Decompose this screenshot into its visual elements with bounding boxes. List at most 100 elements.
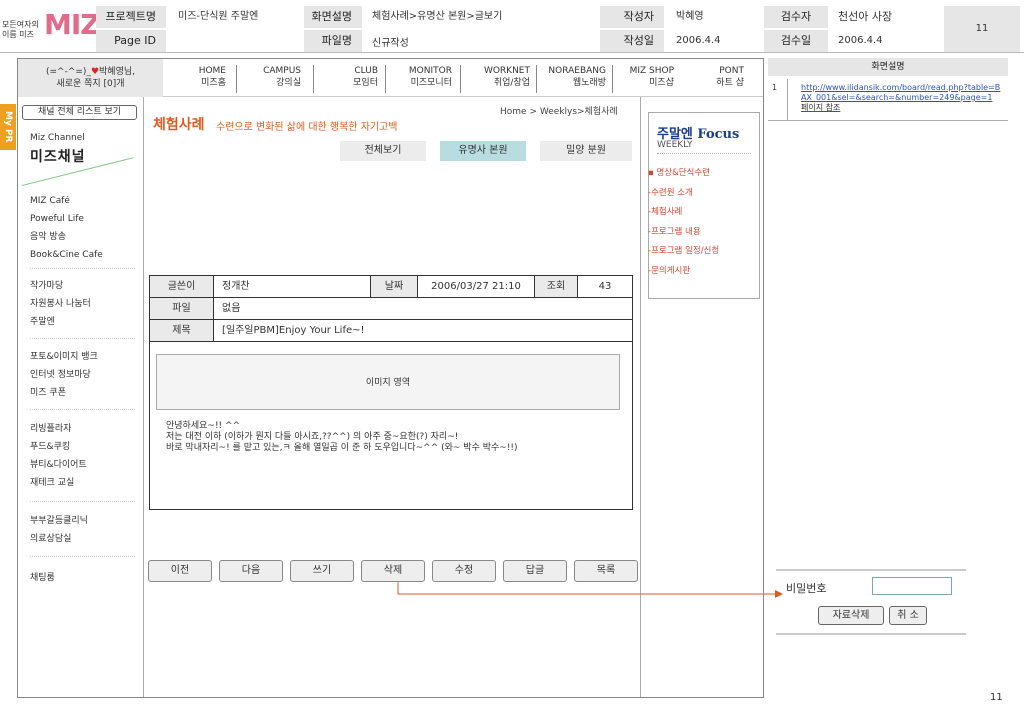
nav-monitor[interactable]: MONITOR 미즈모니터 (390, 65, 452, 89)
nav-mizshop-en: MIZ SHOP (629, 66, 674, 76)
screen-value: 체험사례>유명산 본원>글보기 (372, 11, 503, 22)
reviewer-value: 천선아 사장 (838, 10, 893, 23)
content-divider-left (143, 97, 144, 697)
reply-button[interactable]: 답글 (503, 560, 567, 582)
sidebar-item-mizcafe[interactable]: MIZ Café (30, 196, 70, 207)
article-subject-row: 제목 [일주일PBM]Enjoy Your Life~! (150, 320, 632, 342)
nav-campus[interactable]: CAMPUS 강의실 (243, 65, 301, 89)
nav-separator (536, 65, 537, 93)
miz-logo: 모든여자의 이름 미즈 MIZ (0, 8, 101, 42)
reviewer-label: 검수자 (764, 6, 828, 28)
reviewdate-label: 검수일 (764, 30, 828, 52)
focus-item-program[interactable]: -프로그램 내용 (648, 227, 701, 237)
new-message-link[interactable]: 새로운 쪽지 [0]개 (18, 78, 163, 90)
article-file: 없음 (222, 303, 241, 314)
channel-list-button[interactable]: 채널 전체 리스트 보기 (22, 105, 137, 120)
sidebar-item-food[interactable]: 푸드&쿠킹 (30, 442, 70, 453)
next-button[interactable]: 다음 (219, 560, 283, 582)
focus-item-intro[interactable]: -수련원 소개 (648, 188, 693, 198)
description-divider (787, 79, 788, 121)
description-row-number: 1 (772, 83, 778, 92)
delete-button[interactable]: 삭제 (361, 560, 425, 582)
reference-url[interactable]: http://www.ilidansik.com/board/read.php?… (801, 83, 1000, 102)
nav-pont-ko: 하트 샵 (716, 78, 744, 88)
nav-mizshop-ko: 미즈샵 (649, 78, 674, 88)
project-label: 프로젝트명 (96, 6, 166, 28)
edit-button[interactable]: 수정 (432, 560, 496, 582)
reference-link[interactable]: http://www.ilidansik.com/board/read.php?… (801, 83, 1001, 113)
nav-club[interactable]: CLUB 모임터 (320, 65, 378, 89)
sidebar-item-chat[interactable]: 채팅룸 (30, 573, 55, 584)
nav-noraebang-ko: 웹노래방 (572, 78, 606, 88)
focus-item-meditation[interactable]: ▪ 명상&단식수련 (648, 168, 710, 178)
article-subject: [일주일PBM]Enjoy Your Life~! (222, 325, 365, 336)
sidebar-item-writers[interactable]: 작가마당 (30, 281, 63, 292)
password-input[interactable] (872, 577, 952, 595)
write-button[interactable]: 쓰기 (290, 560, 354, 582)
header-divider (0, 52, 1024, 53)
nav-noraebang[interactable]: NORAEBANG 웹노래방 (538, 65, 606, 89)
sidebar-item-music[interactable]: 음악 방송 (30, 232, 66, 243)
connector-arrow (397, 582, 783, 598)
nav-worknet-ko: 취업/창업 (493, 78, 530, 88)
nav-club-ko: 모임터 (353, 78, 378, 88)
tab-miryang[interactable]: 밀양 분원 (540, 141, 632, 161)
focus-item-schedule[interactable]: -프로그램 일정/신청 (648, 246, 719, 256)
content-divider-right (640, 97, 641, 697)
sidebar-item-coupon[interactable]: 미즈 쿠폰 (30, 388, 66, 399)
sidebar-item-beauty[interactable]: 뷰티&다이어트 (30, 460, 87, 471)
article-views: 43 (598, 281, 612, 292)
nav-home[interactable]: HOME 미즈홈 (168, 65, 226, 89)
sidebar-divider (30, 409, 135, 410)
footer-page-number: 11 (990, 692, 1003, 703)
logo-tagline-2: 이름 미즈 (2, 30, 34, 39)
nav-campus-en: CAMPUS (263, 66, 301, 76)
prev-button[interactable]: 이전 (148, 560, 212, 582)
nav-separator (460, 65, 461, 93)
sidebar-item-living[interactable]: 리빙플라자 (30, 424, 71, 435)
date-label: 작성일 (600, 30, 664, 52)
list-button[interactable]: 목록 (574, 560, 638, 582)
description-title: 화면설명 (768, 58, 1008, 76)
focus-item-qna[interactable]: -문의게시판 (648, 266, 690, 276)
pageid-label: Page ID (96, 30, 166, 52)
nav-monitor-ko: 미즈모니터 (410, 78, 452, 88)
article-body: 안녕하세요~!! ^^ 저는 대전 이하 (이하가 뭔지 다들 아시죠,??^^… (166, 421, 518, 454)
mypr-tab[interactable]: My PR (0, 104, 16, 150)
article-meta-row: 글쓴이 정개찬 날짜 2006/03/27 21:10 조회 43 (150, 276, 632, 298)
article-table: 글쓴이 정개찬 날짜 2006/03/27 21:10 조회 43 파일 없음 … (149, 275, 633, 510)
header-page-number: 11 (944, 6, 1020, 52)
nav-pont-en: PONT (719, 66, 744, 76)
tab-all[interactable]: 전체보기 (340, 141, 426, 161)
sidebar-item-couple-clinic[interactable]: 부부갈등클리닉 (30, 516, 88, 527)
views-label: 조회 (534, 276, 578, 297)
nav-pont[interactable]: PONT 하트 샵 (688, 65, 744, 89)
tab-yumyeongsan[interactable]: 유명사 본원 (440, 141, 526, 161)
cancel-button[interactable]: 취 소 (889, 606, 927, 625)
confirm-delete-button[interactable]: 자료삭제 (818, 606, 884, 625)
nav-separator (236, 65, 237, 93)
sidebar-item-volunteer[interactable]: 자원봉사 나눔터 (30, 299, 91, 310)
sidebar-item-powerful-life[interactable]: Poweful Life (30, 214, 84, 225)
nav-mizshop[interactable]: MIZ SHOP 미즈샵 (616, 65, 674, 89)
nav-worknet[interactable]: WORKNET 취업/창업 (466, 65, 530, 89)
sidebar-divider (30, 268, 135, 269)
focus-weekly: WEEKLY (657, 140, 693, 150)
sidebar-item-medical[interactable]: 의료상담실 (30, 534, 71, 545)
focus-item-experience[interactable]: -체험사례 (648, 207, 682, 217)
sidebar-item-finance[interactable]: 재테크 교실 (30, 478, 74, 489)
password-label: 비밀번호 (786, 582, 827, 595)
sidebar-item-photo-bank[interactable]: 포토&이미지 뱅크 (30, 352, 98, 363)
file-label: 파일명 (304, 30, 362, 52)
reference-note: 페이지 참조 (801, 103, 841, 112)
sidebar-divider (30, 501, 135, 502)
sidebar-item-info[interactable]: 인터넷 정보마당 (30, 370, 91, 381)
article-date: 2006/03/27 21:10 (431, 281, 521, 292)
article-author: 정개찬 (222, 281, 250, 292)
sidebar-item-weekend[interactable]: 주말엔 (30, 317, 55, 328)
sidebar-item-bookcine[interactable]: Book&Cine Cafe (30, 250, 103, 261)
nav-separator (612, 65, 613, 93)
nav-monitor-en: MONITOR (408, 66, 452, 76)
reviewdate-value: 2006.4.4 (838, 35, 883, 46)
author-label: 작성자 (600, 6, 664, 28)
